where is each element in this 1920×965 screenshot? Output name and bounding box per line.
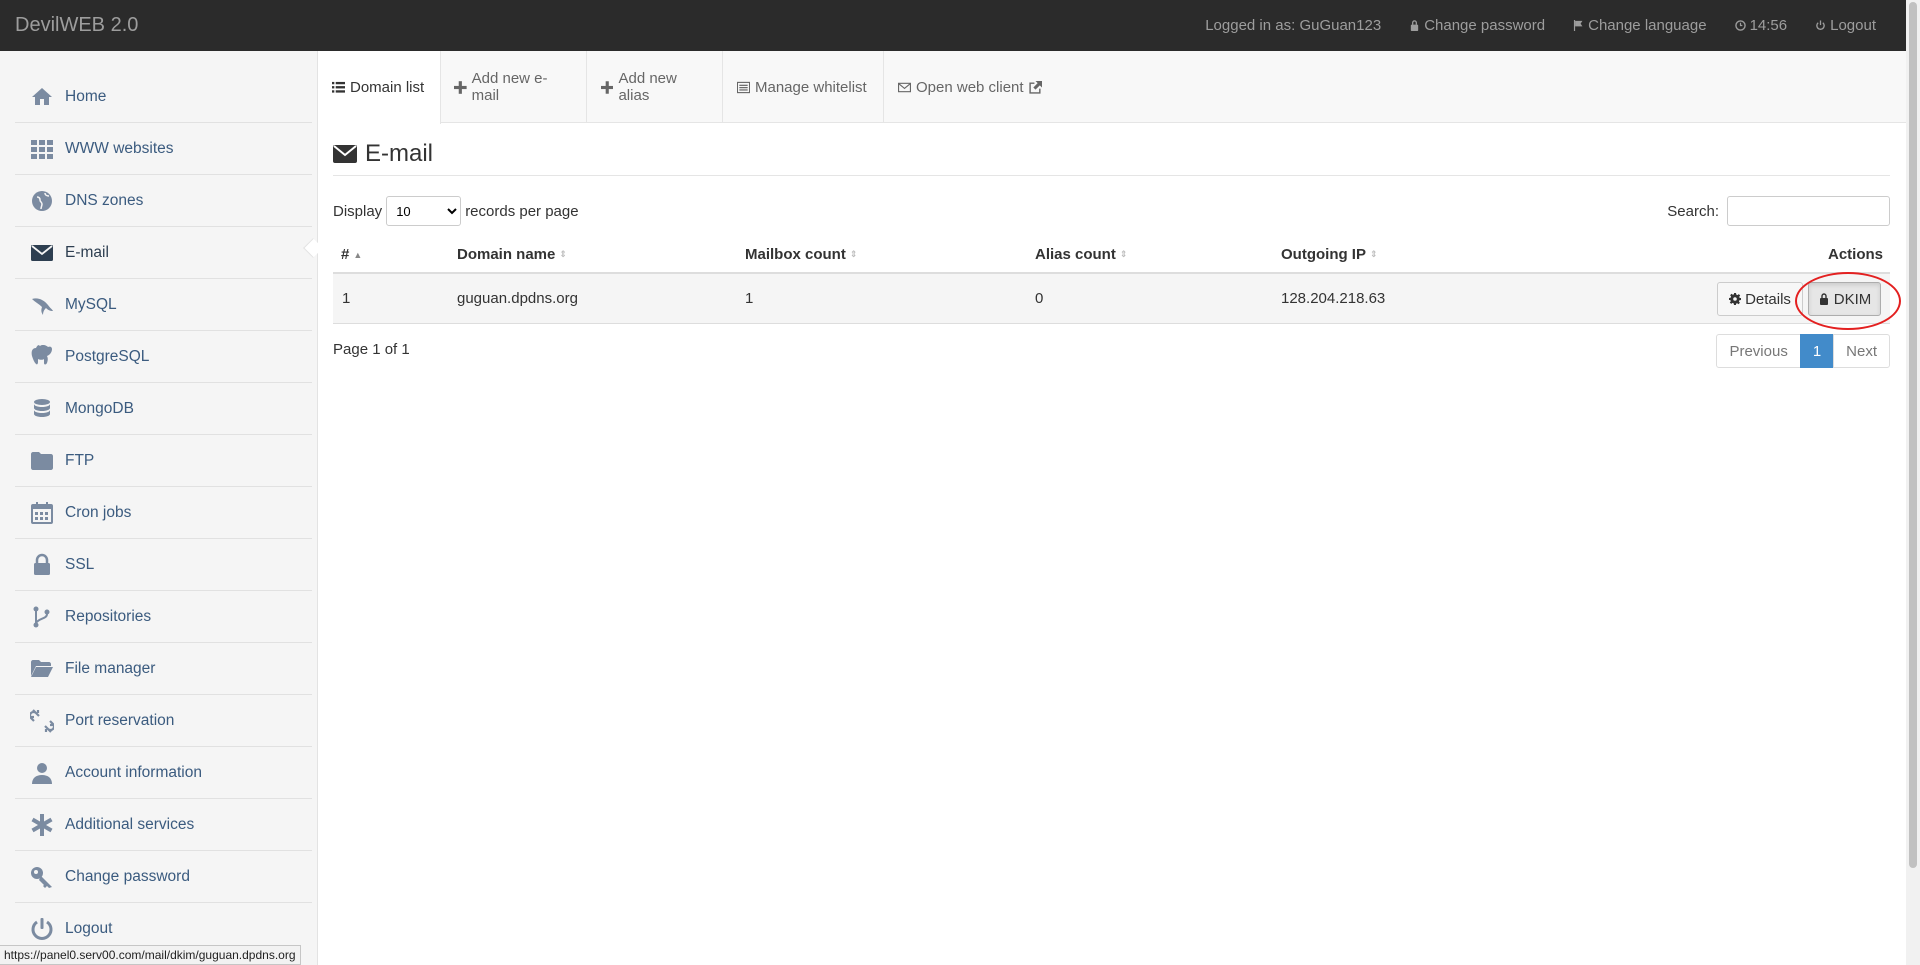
- logout-link[interactable]: Logout: [1815, 17, 1876, 34]
- page-length-control: Display 10 25 50 100 records per page: [333, 196, 579, 226]
- page-title: E-mail: [333, 140, 433, 168]
- domain-name: guguan.dpdns.org: [457, 290, 578, 307]
- lock-icon: [1411, 20, 1419, 31]
- tab-add-new-alias[interactable]: Add new alias: [587, 51, 723, 123]
- sidebar-item-repositories[interactable]: Repositories: [15, 591, 312, 643]
- tab-open-web-client[interactable]: Open web client: [884, 51, 1056, 123]
- sidebar-item-ftp[interactable]: FTP: [15, 435, 312, 487]
- sort-icon: ⇕: [559, 249, 567, 259]
- sidebar-item-additional-services[interactable]: Additional services: [15, 799, 312, 851]
- flag-icon: [1574, 20, 1583, 31]
- page-1-button[interactable]: 1: [1799, 334, 1835, 368]
- vertical-scrollbar[interactable]: [1906, 0, 1920, 965]
- external-link-icon: [1028, 80, 1042, 94]
- envelope-icon: [27, 238, 57, 268]
- broken-link-icon: [27, 706, 57, 736]
- column-header-domain-name[interactable]: Domain name ⇕: [457, 246, 567, 263]
- sort-icon: ⇕: [849, 249, 858, 259]
- plus-icon: [454, 80, 467, 94]
- records-per-page-select[interactable]: 10 25 50 100: [386, 196, 462, 226]
- logged-in-label: Logged in as: GuGuan123: [1205, 17, 1382, 34]
- home-icon: [27, 82, 57, 112]
- domain-table: # ▲ Domain name ⇕ Mailbox count ⇕ Alias cou…: [333, 236, 1890, 324]
- annotation-circle: [1795, 272, 1901, 330]
- status-bar-url: https://panel0.serv00.com/mail/dkim/gugu…: [0, 945, 301, 965]
- power-icon: [1816, 20, 1825, 30]
- details-button[interactable]: Details: [1717, 282, 1803, 316]
- divider: [333, 175, 1890, 176]
- list-alt-icon: [737, 81, 750, 93]
- list-icon: [332, 81, 345, 93]
- grid-icon: [27, 134, 57, 164]
- column-header-alias-count[interactable]: Alias count ⇕: [1035, 246, 1127, 263]
- row-number: 1: [342, 290, 351, 307]
- folder-open-icon: [27, 654, 57, 684]
- lock-icon: [27, 550, 57, 580]
- sidebar-item-mysql[interactable]: MySQL: [15, 279, 312, 331]
- calendar-icon: [27, 498, 57, 528]
- outgoing-ip: 128.204.218.63: [1281, 290, 1386, 307]
- column-header-mailbox-count[interactable]: Mailbox count ⇕: [745, 246, 857, 263]
- folder-icon: [27, 446, 57, 476]
- asterisk-icon: [27, 810, 57, 840]
- top-navbar: DevilWEB 2.0 Logged in as: GuGuan123 Cha…: [0, 0, 1906, 51]
- sidebar-item-cron-jobs[interactable]: Cron jobs: [15, 487, 312, 539]
- scrollbar-thumb[interactable]: [1909, 2, 1917, 868]
- sidebar-item-mongodb[interactable]: MongoDB: [15, 383, 312, 435]
- change-language-link[interactable]: Change language: [1573, 17, 1707, 34]
- sort-icon: ⇕: [1369, 249, 1378, 259]
- sidebar-item-postgresql[interactable]: PostgreSQL: [15, 331, 312, 383]
- sidebar-item-www-websites[interactable]: WWW websites: [15, 123, 312, 175]
- sidebar-item-email[interactable]: E-mail: [15, 227, 312, 279]
- gear-icon: [1729, 293, 1742, 305]
- clock-display: 14:56: [1734, 17, 1787, 34]
- search-control: Search:: [1667, 196, 1890, 226]
- mailbox-count: 1: [745, 290, 754, 307]
- records-per-page-label: records per page: [465, 202, 579, 220]
- search-input[interactable]: [1727, 196, 1890, 226]
- alias-count: 0: [1035, 290, 1044, 307]
- next-page-button[interactable]: Next: [1833, 334, 1890, 368]
- tab-manage-whitelist[interactable]: Manage whitelist: [723, 51, 884, 123]
- globe-icon: [27, 186, 57, 216]
- display-label: Display: [333, 202, 383, 220]
- sidebar-item-ssl[interactable]: SSL: [15, 539, 312, 591]
- sidebar-item-home[interactable]: Home: [15, 71, 312, 123]
- sidebar: Home WWW websites DNS zones E-mail MySQL…: [0, 51, 318, 965]
- tab-add-new-email[interactable]: Add new e-mail: [440, 51, 587, 123]
- sidebar-item-port-reservation[interactable]: Port reservation: [15, 695, 312, 747]
- column-header-outgoing-ip[interactable]: Outgoing IP ⇕: [1281, 246, 1378, 263]
- tab-bar: Domain list Add new e-mail Add new alias…: [318, 51, 1906, 124]
- column-header-actions: Actions: [1827, 246, 1883, 263]
- sort-asc-icon: ▲: [353, 249, 363, 260]
- user-icon: [27, 758, 57, 788]
- brand-logo[interactable]: DevilWEB 2.0: [15, 14, 138, 37]
- envelope-o-icon: [898, 82, 911, 92]
- search-label: Search:: [1667, 202, 1719, 220]
- table-row: 1 guguan.dpdns.org 1 0 128.204.218.63 De…: [333, 274, 1890, 324]
- elephant-icon: [27, 342, 57, 372]
- sidebar-item-change-password[interactable]: Change password: [15, 851, 312, 903]
- pagination: Previous 1 Next: [1716, 334, 1890, 368]
- change-password-link[interactable]: Change password: [1409, 17, 1545, 34]
- sort-icon: ⇕: [1119, 249, 1128, 259]
- page-info: Page 1 of 1: [333, 341, 410, 358]
- column-header-number[interactable]: # ▲: [341, 246, 362, 263]
- envelope-icon: [333, 145, 357, 163]
- previous-page-button[interactable]: Previous: [1716, 334, 1801, 368]
- branch-icon: [27, 602, 57, 632]
- sidebar-item-dns-zones[interactable]: DNS zones: [15, 175, 312, 227]
- sidebar-item-file-manager[interactable]: File manager: [15, 643, 312, 695]
- sidebar-item-account-information[interactable]: Account information: [15, 747, 312, 799]
- plus-icon: [601, 80, 614, 94]
- tab-domain-list[interactable]: Domain list: [318, 51, 441, 124]
- power-icon: [27, 914, 57, 944]
- clock-icon: [1734, 20, 1746, 31]
- key-icon: [27, 862, 57, 892]
- dolphin-icon: [27, 290, 57, 320]
- table-header: # ▲ Domain name ⇕ Mailbox count ⇕ Alias cou…: [333, 236, 1890, 274]
- database-icon: [27, 394, 57, 424]
